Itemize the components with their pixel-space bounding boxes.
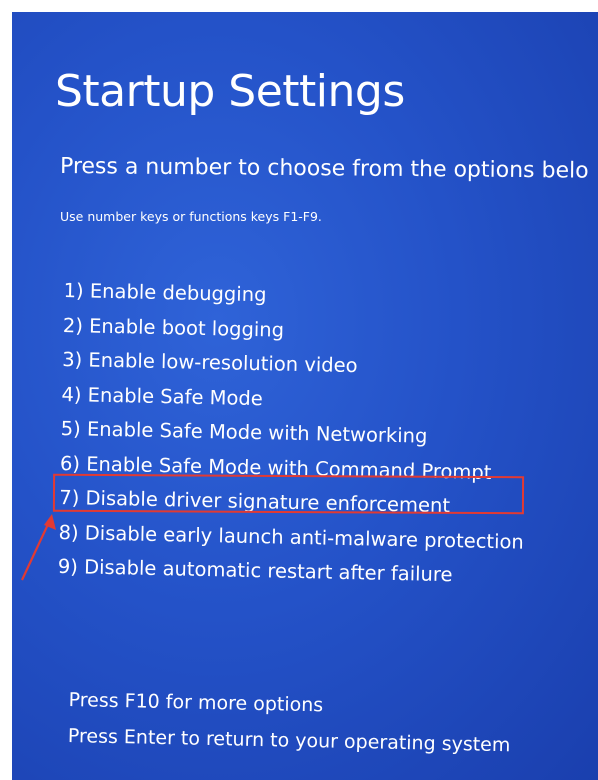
footer: Press F10 for more options Press Enter t… xyxy=(67,682,511,763)
boot-screen-photo: Startup Settings Press a number to choos… xyxy=(12,12,598,780)
startup-settings-screen: Startup Settings Press a number to choos… xyxy=(12,12,598,780)
red-arrow-icon xyxy=(21,514,56,581)
